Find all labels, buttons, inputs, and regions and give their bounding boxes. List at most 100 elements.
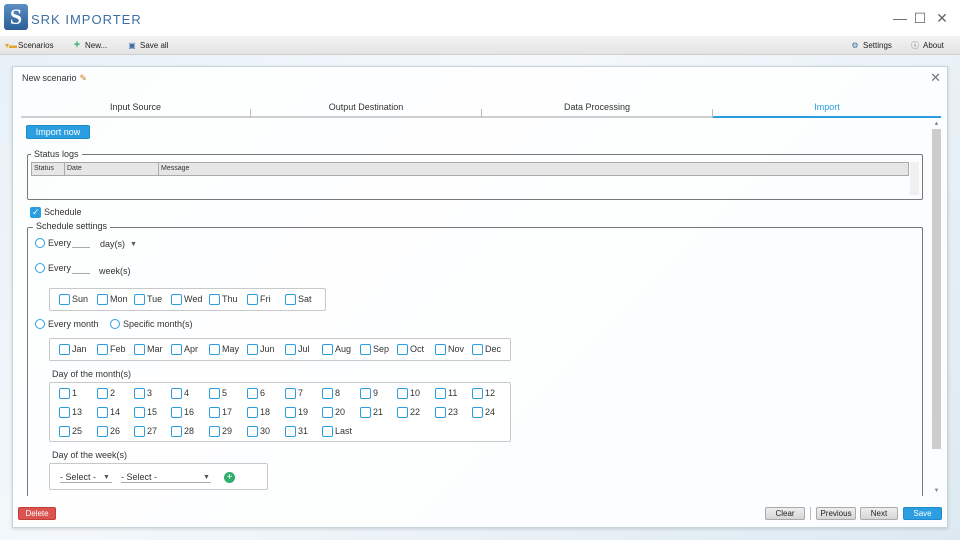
month-checkbox[interactable] bbox=[435, 344, 446, 355]
month-label: Oct bbox=[410, 344, 425, 354]
content-scrollbar[interactable]: ▲ ▼ bbox=[931, 120, 942, 496]
day-checkbox[interactable] bbox=[247, 388, 258, 399]
day-checkbox[interactable] bbox=[285, 407, 296, 418]
weekday-label: Sun bbox=[72, 294, 89, 304]
day-of-month-label: Day of the month(s) bbox=[52, 369, 132, 379]
day-checkbox[interactable] bbox=[322, 388, 333, 399]
day-checkbox[interactable] bbox=[171, 407, 182, 418]
settings-button[interactable]: ⚙ Settings bbox=[850, 39, 892, 52]
scroll-down-icon[interactable]: ▼ bbox=[931, 487, 942, 496]
day-checkbox[interactable] bbox=[209, 388, 220, 399]
day-unit-dropdown[interactable]: day(s) bbox=[100, 239, 125, 249]
about-button[interactable]: ⓘ About bbox=[910, 39, 944, 52]
day-checkbox[interactable] bbox=[247, 426, 258, 437]
specific-months-radio[interactable] bbox=[110, 319, 120, 329]
every-weeks-radio[interactable] bbox=[35, 263, 45, 273]
scroll-up-icon[interactable]: ▲ bbox=[931, 120, 942, 129]
day-checkbox[interactable] bbox=[97, 426, 108, 437]
day-checkbox[interactable] bbox=[97, 388, 108, 399]
schedule-checkbox[interactable] bbox=[30, 207, 41, 218]
tab-bar: Input Source Output Destination Data Pro… bbox=[21, 99, 941, 118]
new-button[interactable]: + New... bbox=[72, 39, 107, 52]
every-month-radio[interactable] bbox=[35, 319, 45, 329]
day-checkbox[interactable] bbox=[247, 407, 258, 418]
month-checkbox[interactable] bbox=[97, 344, 108, 355]
days-interval-input[interactable] bbox=[72, 238, 90, 248]
weekday-checkbox[interactable] bbox=[171, 294, 182, 305]
scroll-thumb[interactable] bbox=[932, 129, 941, 449]
month-checkbox[interactable] bbox=[472, 344, 483, 355]
every-days-radio[interactable] bbox=[35, 238, 45, 248]
day-checkbox[interactable] bbox=[59, 388, 70, 399]
day-checkbox[interactable] bbox=[285, 388, 296, 399]
pencil-icon[interactable]: ✎ bbox=[80, 73, 88, 83]
day-checkbox[interactable] bbox=[209, 407, 220, 418]
day-checkbox[interactable] bbox=[59, 426, 70, 437]
month-checkbox[interactable] bbox=[171, 344, 182, 355]
month-checkbox[interactable] bbox=[322, 344, 333, 355]
weekday-checkbox[interactable] bbox=[59, 294, 70, 305]
day-label: 11 bbox=[448, 388, 458, 398]
delete-button[interactable]: Delete bbox=[18, 507, 56, 520]
day-checkbox[interactable] bbox=[59, 407, 70, 418]
day-checkbox[interactable] bbox=[360, 407, 371, 418]
weekday-label: Tue bbox=[147, 294, 163, 304]
previous-button[interactable]: Previous bbox=[816, 507, 856, 520]
month-checkbox[interactable] bbox=[285, 344, 296, 355]
month-checkbox[interactable] bbox=[209, 344, 220, 355]
day-label: 12 bbox=[485, 388, 496, 398]
status-logs-group: Status Date Message bbox=[27, 154, 923, 200]
day-checkbox[interactable] bbox=[134, 388, 145, 399]
day-checkbox[interactable] bbox=[472, 388, 483, 399]
month-checkbox[interactable] bbox=[247, 344, 258, 355]
day-label: 13 bbox=[72, 407, 83, 417]
weeks-interval-input[interactable] bbox=[72, 264, 90, 274]
weekday-checkbox[interactable] bbox=[285, 294, 296, 305]
day-checkbox[interactable] bbox=[97, 407, 108, 418]
day-label: 6 bbox=[260, 388, 266, 398]
minimize-icon[interactable]: — bbox=[892, 10, 908, 26]
day-checkbox[interactable] bbox=[171, 388, 182, 399]
day-checkbox[interactable] bbox=[397, 388, 408, 399]
dialog-close-icon[interactable]: ✕ bbox=[930, 70, 941, 86]
month-checkbox[interactable] bbox=[134, 344, 145, 355]
weekday-label: Wed bbox=[184, 294, 203, 304]
next-button[interactable]: Next bbox=[860, 507, 898, 520]
day-checkbox[interactable] bbox=[322, 407, 333, 418]
clear-button[interactable]: Clear bbox=[765, 507, 805, 520]
day-checkbox[interactable] bbox=[134, 407, 145, 418]
scenarios-menu[interactable]: ▾▬Scenarios bbox=[5, 39, 54, 52]
tab-input-source[interactable]: Input Source bbox=[21, 99, 250, 118]
add-rule-icon[interactable]: + bbox=[224, 472, 235, 483]
tab-output-destination[interactable]: Output Destination bbox=[251, 99, 481, 118]
day-checkbox[interactable] bbox=[322, 426, 333, 437]
day-checkbox[interactable] bbox=[397, 407, 408, 418]
weekday-checkbox[interactable] bbox=[209, 294, 220, 305]
month-label: Jun bbox=[260, 344, 275, 354]
day-checkbox[interactable] bbox=[435, 388, 446, 399]
logs-scrollbar[interactable] bbox=[910, 162, 919, 195]
maximize-icon[interactable]: ☐ bbox=[912, 10, 928, 26]
weekday-select[interactable]: - Select - bbox=[121, 472, 211, 483]
day-checkbox[interactable] bbox=[360, 388, 371, 399]
weekday-checkbox[interactable] bbox=[247, 294, 258, 305]
day-checkbox[interactable] bbox=[209, 426, 220, 437]
day-label: 4 bbox=[184, 388, 190, 398]
month-checkbox[interactable] bbox=[360, 344, 371, 355]
day-checkbox[interactable] bbox=[472, 407, 483, 418]
close-window-icon[interactable]: ✕ bbox=[934, 10, 950, 26]
tab-import[interactable]: Import bbox=[713, 99, 941, 118]
import-now-button[interactable]: Import now bbox=[26, 125, 90, 139]
save-button[interactable]: Save bbox=[903, 507, 942, 520]
tab-data-processing[interactable]: Data Processing bbox=[482, 99, 712, 118]
day-checkbox[interactable] bbox=[435, 407, 446, 418]
day-checkbox[interactable] bbox=[134, 426, 145, 437]
day-checkbox[interactable] bbox=[285, 426, 296, 437]
month-checkbox[interactable] bbox=[59, 344, 70, 355]
weekday-checkbox[interactable] bbox=[134, 294, 145, 305]
month-checkbox[interactable] bbox=[397, 344, 408, 355]
schedule-settings-legend: Schedule settings bbox=[33, 221, 111, 231]
day-checkbox[interactable] bbox=[171, 426, 182, 437]
weekday-checkbox[interactable] bbox=[97, 294, 108, 305]
save-all-button[interactable]: ▣ Save all bbox=[127, 39, 168, 52]
